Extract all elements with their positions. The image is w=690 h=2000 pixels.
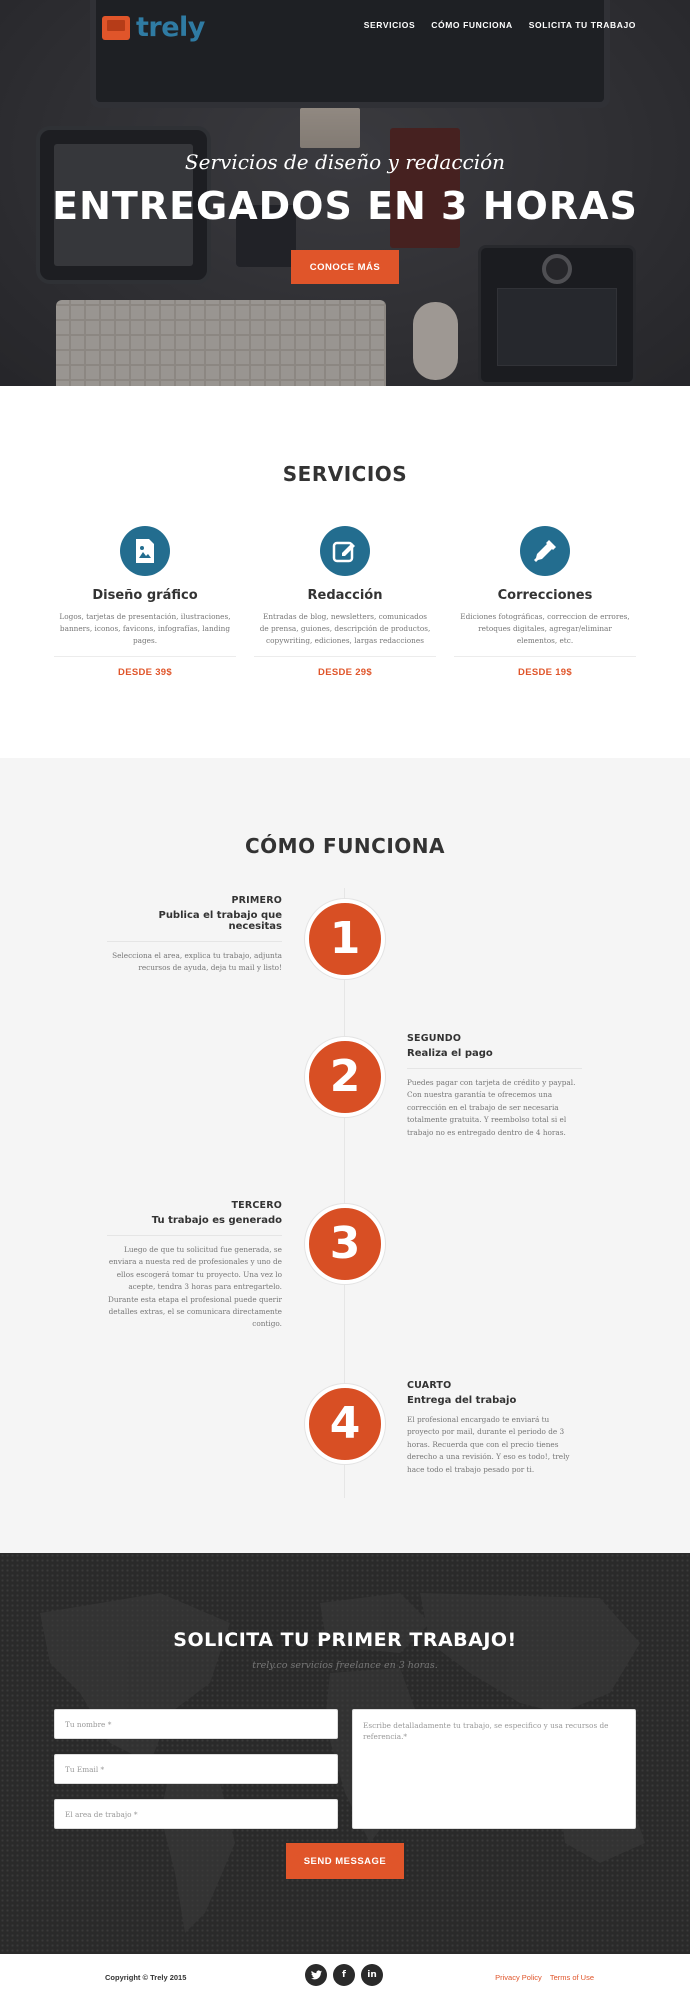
twitter-icon[interactable]	[305, 1964, 327, 1986]
step-3-text: TERCERO Tu trabajo es generado Luego de …	[107, 1200, 282, 1331]
email-field[interactable]: Tu Email *	[54, 1754, 338, 1784]
image-icon	[120, 526, 170, 576]
service-name: Correcciones	[497, 588, 593, 603]
hero-section: trely SERVICIOS CÓMO FUNCIONA SOLICITA T…	[0, 0, 690, 386]
step-label: TERCERO	[231, 1200, 282, 1211]
divider	[107, 1235, 282, 1236]
send-message-button[interactable]: SEND MESSAGE	[286, 1843, 404, 1879]
service-name: Diseño gráfico	[92, 588, 198, 603]
service-card-redaccion: Redacción Entradas de blog, newsletters,…	[254, 526, 436, 678]
step-heading: Publica el trabajo que necesitas	[158, 910, 282, 932]
step-heading: Realiza el pago	[407, 1048, 493, 1059]
step-heading: Tu trabajo es generado	[151, 1215, 282, 1226]
service-card-diseno: Diseño gráfico Logos, tarjetas de presen…	[54, 526, 236, 678]
step-2-number: 2	[305, 1037, 385, 1117]
eyedropper-icon	[520, 526, 570, 576]
service-desc: Ediciones fotográficas, correccion de er…	[460, 612, 630, 645]
step-1-number: 1	[305, 899, 385, 979]
step-label: PRIMERO	[231, 895, 282, 906]
step-body: Puedes pagar con tarjeta de crédito y pa…	[407, 1078, 576, 1137]
divider	[107, 941, 282, 942]
work-area-field[interactable]: El area de trabajo *	[54, 1799, 338, 1829]
service-desc: Logos, tarjetas de presentación, ilustra…	[59, 612, 231, 645]
terms-of-use-link[interactable]: Terms of Use	[550, 1973, 594, 1982]
step-4-number: 4	[305, 1384, 385, 1464]
logo-text: trely	[136, 12, 205, 43]
service-price: DESDE 29$	[318, 667, 372, 678]
conoce-mas-button[interactable]: CONOCE MÁS	[291, 250, 399, 284]
step-heading: Entrega del trabajo	[407, 1395, 517, 1406]
footer-links: Privacy Policy Terms of Use	[495, 1973, 594, 1982]
step-body: Luego de que tu solicitud fue generada, …	[108, 1245, 282, 1329]
logo[interactable]: trely	[102, 12, 205, 43]
divider	[54, 656, 236, 657]
divider	[254, 656, 436, 657]
nav-link-como-funciona[interactable]: CÓMO FUNCIONA	[431, 20, 512, 30]
hero-title: ENTREGADOS EN 3 HORAS	[52, 184, 638, 228]
service-card-correcciones: Correcciones Ediciones fotográficas, cor…	[454, 526, 636, 678]
service-price: DESDE 19$	[518, 667, 572, 678]
contact-section: SOLICITA TU PRIMER TRABAJO! trely.co ser…	[0, 1553, 690, 1954]
edit-icon	[320, 526, 370, 576]
linkedin-icon[interactable]: in	[361, 1964, 383, 1986]
contact-title: SOLICITA TU PRIMER TRABAJO!	[173, 1629, 517, 1651]
divider	[407, 1068, 582, 1069]
step-label: CUARTO	[407, 1380, 452, 1391]
services-section: SERVICIOS Diseño gráfico Logos, tarjetas…	[0, 386, 690, 758]
step-4-text: CUARTO Entrega del trabajo El profesiona…	[407, 1380, 582, 1476]
nav-link-solicita[interactable]: SOLICITA TU TRABAJO	[529, 20, 636, 30]
top-nav: trely SERVICIOS CÓMO FUNCIONA SOLICITA T…	[0, 0, 690, 52]
name-field[interactable]: Tu nombre *	[54, 1709, 338, 1739]
step-body: Selecciona el area, explica tu trabajo, …	[112, 951, 282, 973]
copyright-text: Copyright © Trely 2015	[105, 1973, 187, 1982]
nav-link-servicios[interactable]: SERVICIOS	[364, 20, 416, 30]
step-3-number: 3	[305, 1204, 385, 1284]
privacy-policy-link[interactable]: Privacy Policy	[495, 1973, 542, 1982]
footer: Copyright © Trely 2015 f in Privacy Poli…	[0, 1954, 690, 2000]
facebook-icon[interactable]: f	[333, 1964, 355, 1986]
message-field[interactable]: Escribe detalladamente tu trabajo, se es…	[352, 1709, 636, 1829]
how-it-works-section: CÓMO FUNCIONA PRIMERO Publica el trabajo…	[0, 758, 690, 1553]
step-2-text: SEGUNDO Realiza el pago Puedes pagar con…	[407, 1033, 582, 1139]
services-title: SERVICIOS	[282, 462, 408, 486]
divider	[454, 656, 636, 657]
logo-laptop-icon	[102, 15, 130, 40]
service-desc: Entradas de blog, newsletters, comunicad…	[259, 612, 431, 645]
hero-subtitle: Servicios de diseño y redacción	[184, 150, 506, 174]
step-label: SEGUNDO	[407, 1033, 462, 1044]
step-1-text: PRIMERO Publica el trabajo que necesitas…	[107, 895, 282, 975]
service-name: Redacción	[307, 588, 383, 603]
how-title: CÓMO FUNCIONA	[244, 834, 446, 858]
step-body: El profesional encargado te enviará tu p…	[407, 1415, 570, 1474]
nav-links: SERVICIOS CÓMO FUNCIONA SOLICITA TU TRAB…	[364, 20, 636, 30]
social-links: f in	[305, 1964, 383, 1986]
service-price: DESDE 39$	[118, 667, 172, 678]
contact-subtitle: trely.co servicios freelance en 3 horas.	[252, 1660, 438, 1671]
